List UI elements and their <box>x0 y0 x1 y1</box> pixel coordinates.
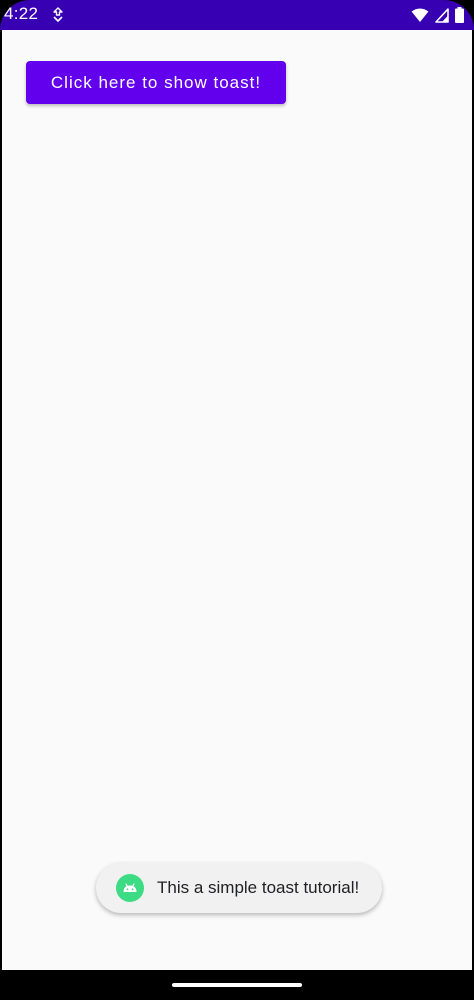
status-time: 4:22 <box>4 4 39 23</box>
status-bar: 4:22 <box>0 0 474 30</box>
navigation-bar <box>0 970 474 1000</box>
cellular-signal-icon <box>435 7 449 23</box>
phone-frame: 4:22 Click here to show toast! This a si… <box>0 0 474 1000</box>
show-toast-button[interactable]: Click here to show toast! <box>26 61 286 104</box>
status-icons <box>411 6 464 24</box>
gesture-handle[interactable] <box>172 983 302 987</box>
app-screen: Click here to show toast! This a simple … <box>0 30 474 970</box>
toast-message: This a simple toast tutorial! <box>96 863 382 913</box>
battery-icon <box>455 7 464 23</box>
android-icon <box>116 874 144 902</box>
toast-text: This a simple toast tutorial! <box>157 878 360 897</box>
download-notification-icon <box>52 7 64 23</box>
wifi-icon <box>411 8 429 23</box>
